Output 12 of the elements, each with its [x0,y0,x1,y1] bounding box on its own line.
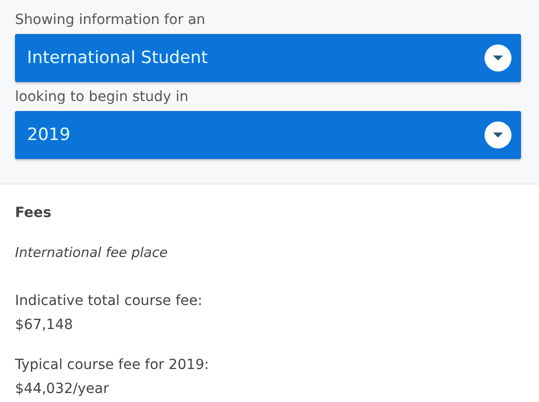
field-label: looking to begin study in [15,88,190,107]
dropdown-select[interactable]: 2019 [15,111,521,159]
fee-value: $67,148 [15,316,74,335]
section-heading: Fees [15,204,52,223]
dropdown-caret-icon [484,44,512,72]
fee-label: Indicative total course fee: [15,292,204,311]
field-label: Showing information for an [15,11,206,30]
fee-value: $44,032/year [15,380,110,399]
fee-label: Typical course fee for 2019: [15,356,210,375]
fee-place-type: International fee place [15,244,169,263]
dropdown-select[interactable]: International Student [15,34,521,82]
dropdown-caret-icon [484,121,512,149]
